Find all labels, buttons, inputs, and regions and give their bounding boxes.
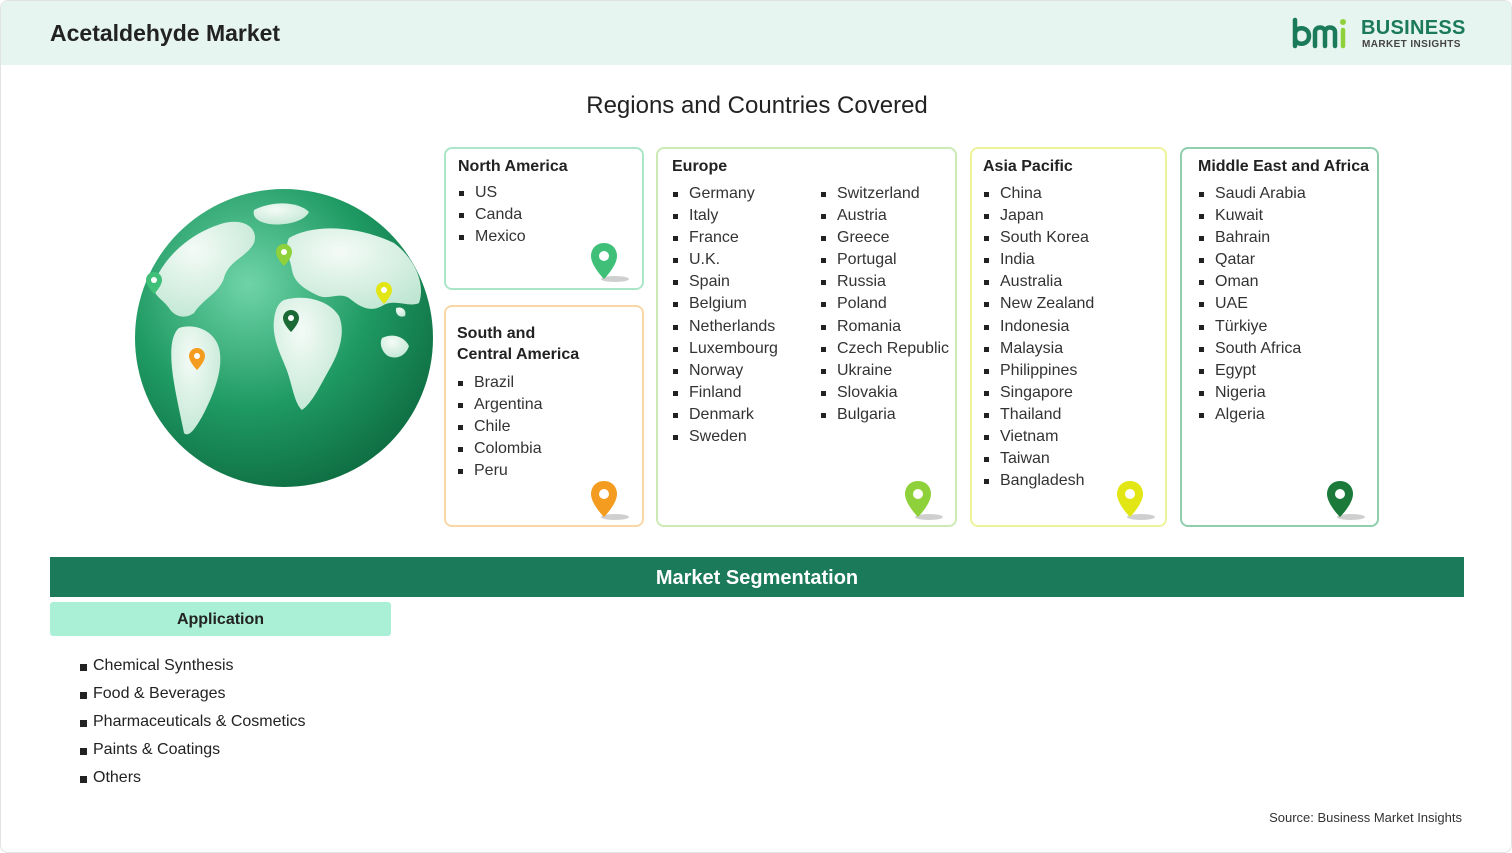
list-item: Philippines — [983, 360, 1094, 382]
list-item: U.K. — [672, 249, 778, 271]
list-item: Austria — [820, 205, 949, 227]
globe-illustration — [134, 188, 434, 488]
list-item: Luxembourg — [672, 338, 778, 360]
page-frame: Acetaldehyde Market BUSINESS MARKET INSI… — [0, 0, 1512, 853]
region-title: Europe — [672, 158, 728, 175]
list-item: Oman — [1198, 271, 1306, 293]
list-item: South Africa — [1198, 338, 1306, 360]
list-item: Brazil — [457, 372, 543, 394]
list-item: US — [458, 182, 526, 204]
list-item: Denmark — [672, 404, 778, 426]
list-item: Mexico — [458, 226, 526, 248]
list-item: Singapore — [983, 382, 1094, 404]
list-item: UAE — [1198, 293, 1306, 315]
list-item: Chile — [457, 416, 543, 438]
country-list: Saudi Arabia Kuwait Bahrain Qatar Oman U… — [1198, 183, 1306, 426]
list-item: Indonesia — [983, 316, 1094, 338]
region-title: South and — [457, 325, 536, 342]
list-item: Chemical Synthesis — [80, 652, 306, 680]
list-item: France — [672, 227, 778, 249]
list-item: Saudi Arabia — [1198, 183, 1306, 205]
header-bar: Acetaldehyde Market BUSINESS MARKET INSI… — [1, 1, 1511, 65]
region-title: Middle East and Africa — [1198, 158, 1369, 175]
tab-application[interactable]: Application — [50, 602, 391, 636]
list-item: Italy — [672, 205, 778, 227]
list-item: Qatar — [1198, 249, 1306, 271]
location-pin-icon — [900, 479, 946, 525]
list-item: Peru — [457, 460, 543, 482]
region-card-europe: Europe Germany Italy France U.K. Spain B… — [656, 147, 957, 527]
list-item: Ukraine — [820, 360, 949, 382]
segmentation-header: Market Segmentation — [50, 557, 1464, 597]
list-item: Pharmaceuticals & Cosmetics — [80, 708, 306, 736]
list-item: Thailand — [983, 404, 1094, 426]
list-item: Norway — [672, 360, 778, 382]
list-item: Kuwait — [1198, 205, 1306, 227]
list-item: Russia — [820, 271, 949, 293]
list-item: Others — [80, 764, 306, 792]
list-item: Food & Beverages — [80, 680, 306, 708]
list-item: India — [983, 249, 1094, 271]
region-title: North America — [458, 158, 568, 175]
list-item: Nigeria — [1198, 382, 1306, 404]
company-logo: BUSINESS MARKET INSIGHTS — [1291, 16, 1471, 52]
list-item: Paints & Coatings — [80, 736, 306, 764]
list-item: Germany — [672, 183, 778, 205]
list-item: Belgium — [672, 293, 778, 315]
country-list: Brazil Argentina Chile Colombia Peru — [457, 372, 543, 482]
location-pin-icon — [586, 479, 632, 525]
region-card-north-america: North America US Canda Mexico — [444, 147, 644, 290]
bmi-logo-icon — [1292, 17, 1346, 49]
list-item: Taiwan — [983, 448, 1094, 470]
logo-text-business: BUSINESS — [1361, 17, 1466, 39]
list-item: Spain — [672, 271, 778, 293]
list-item: Bangladesh — [983, 470, 1094, 492]
list-item: Finland — [672, 382, 778, 404]
list-item: South Korea — [983, 227, 1094, 249]
list-item: Bahrain — [1198, 227, 1306, 249]
logo-text-market-insights: MARKET INSIGHTS — [1362, 39, 1461, 50]
region-card-middle-east-africa: Middle East and Africa Saudi Arabia Kuwa… — [1180, 147, 1379, 527]
location-pin-icon — [586, 241, 632, 287]
location-pin-icon — [1112, 479, 1158, 525]
list-item: Malaysia — [983, 338, 1094, 360]
regions-title: Regions and Countries Covered — [586, 92, 928, 119]
location-pin-icon — [1322, 479, 1368, 525]
list-item: Bulgaria — [820, 404, 949, 426]
list-item: Japan — [983, 205, 1094, 227]
segmentation-list: Chemical Synthesis Food & Beverages Phar… — [80, 652, 306, 792]
list-item: Romania — [820, 316, 949, 338]
list-item: Greece — [820, 227, 949, 249]
list-item: Poland — [820, 293, 949, 315]
list-item: China — [983, 183, 1094, 205]
list-item: Switzerland — [820, 183, 949, 205]
list-item: Czech Republic — [820, 338, 949, 360]
country-list: US Canda Mexico — [458, 182, 526, 248]
list-item: Argentina — [457, 394, 543, 416]
region-card-asia-pacific: Asia Pacific China Japan South Korea Ind… — [970, 147, 1167, 527]
list-item: Colombia — [457, 438, 543, 460]
list-item: Slovakia — [820, 382, 949, 404]
list-item: Portugal — [820, 249, 949, 271]
list-item: Algeria — [1198, 404, 1306, 426]
list-item: Egypt — [1198, 360, 1306, 382]
list-item: Netherlands — [672, 316, 778, 338]
source-note: Source: Business Market Insights — [1269, 810, 1462, 825]
list-item: Sweden — [672, 426, 778, 448]
list-item: Türkiye — [1198, 316, 1306, 338]
list-item: Australia — [983, 271, 1094, 293]
list-item: Canda — [458, 204, 526, 226]
list-item: Vietnam — [983, 426, 1094, 448]
region-card-south-central-america: South and Central America Brazil Argenti… — [444, 305, 644, 527]
region-title: Asia Pacific — [983, 158, 1073, 175]
country-list-col1: Germany Italy France U.K. Spain Belgium … — [672, 183, 778, 448]
country-list: China Japan South Korea India Australia … — [983, 183, 1094, 492]
list-item: New Zealand — [983, 293, 1094, 315]
page-title: Acetaldehyde Market — [50, 20, 281, 46]
region-title: Central America — [457, 346, 580, 363]
country-list-col2: Switzerland Austria Greece Portugal Russ… — [820, 183, 949, 426]
